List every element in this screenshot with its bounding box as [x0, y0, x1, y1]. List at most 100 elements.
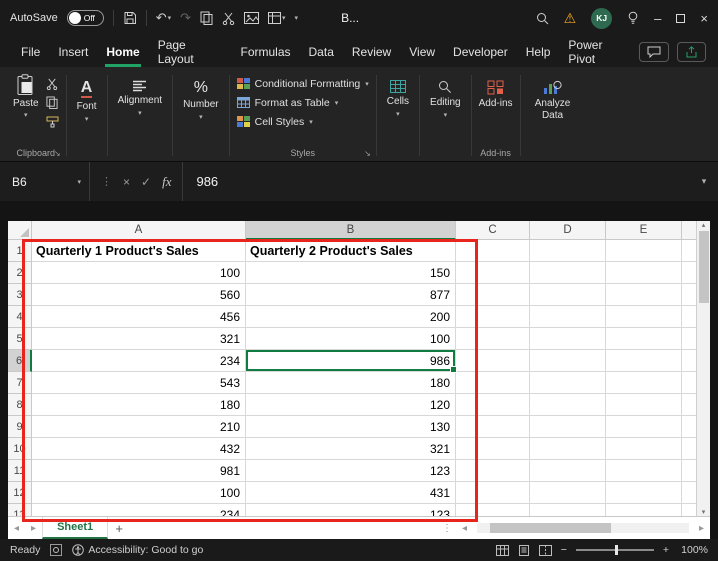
undo-dropdown-icon[interactable]: ▾: [168, 14, 172, 22]
row-header-4[interactable]: 4: [8, 306, 32, 328]
row-header-9[interactable]: 9: [8, 416, 32, 438]
vscroll-thumb[interactable]: [699, 231, 709, 303]
cell-C11[interactable]: [456, 460, 530, 482]
cell-A3[interactable]: 560: [32, 284, 246, 306]
menu-item-file[interactable]: File: [12, 36, 49, 67]
cell-A12[interactable]: 100: [32, 482, 246, 504]
cell-D4[interactable]: [530, 306, 606, 328]
cell-C8[interactable]: [456, 394, 530, 416]
cell-A6[interactable]: 234: [32, 350, 246, 372]
cell-C10[interactable]: [456, 438, 530, 460]
autosave-toggle[interactable]: Off: [67, 10, 104, 26]
conditional-formatting-button[interactable]: Conditional Formatting ▾: [237, 74, 369, 93]
row-header-3[interactable]: 3: [8, 284, 32, 306]
cell-D11[interactable]: [530, 460, 606, 482]
name-box-dropdown-icon[interactable]: ▾: [77, 178, 81, 186]
copy-icon[interactable]: [200, 11, 213, 25]
cell-B7[interactable]: 180: [246, 372, 456, 394]
scrollbar-grip-icon[interactable]: ⋮: [442, 523, 452, 534]
cell-A9[interactable]: 210: [32, 416, 246, 438]
cell-C3[interactable]: [456, 284, 530, 306]
cell-D13[interactable]: [530, 504, 606, 516]
zoom-level[interactable]: 100%: [678, 544, 708, 556]
search-icon[interactable]: [536, 12, 549, 25]
cut-icon[interactable]: [222, 12, 235, 25]
picture-icon[interactable]: [244, 12, 259, 24]
cell-E1[interactable]: [606, 240, 682, 262]
cell-A5[interactable]: 321: [32, 328, 246, 350]
cell-E6[interactable]: [606, 350, 682, 372]
share-button[interactable]: [677, 42, 706, 62]
formula-input[interactable]: 986: [183, 162, 690, 201]
cell-C9[interactable]: [456, 416, 530, 438]
column-header-E[interactable]: E: [606, 221, 682, 240]
cell-B1[interactable]: Quarterly 2 Product's Sales: [246, 240, 456, 262]
column-header-C[interactable]: C: [456, 221, 530, 240]
save-icon[interactable]: [123, 11, 137, 25]
zoom-slider-knob[interactable]: [615, 545, 618, 555]
editing-group-button[interactable]: Editing ▾: [420, 70, 471, 161]
copy-button-icon[interactable]: [46, 95, 59, 110]
column-header-B[interactable]: B: [246, 221, 456, 240]
styles-dialog-launcher-icon[interactable]: ↘: [364, 149, 371, 158]
menu-item-page-layout[interactable]: Page Layout: [149, 36, 232, 67]
quick-access-customize-icon[interactable]: ▾: [295, 14, 299, 22]
formula-grip-icon[interactable]: ⋮: [101, 175, 112, 188]
cell-E9[interactable]: [606, 416, 682, 438]
row-header-6[interactable]: 6: [8, 350, 32, 372]
cell-D7[interactable]: [530, 372, 606, 394]
sheet-nav-left-icon[interactable]: ◂: [8, 523, 25, 534]
zoom-in-button[interactable]: +: [663, 544, 669, 556]
cell-B4[interactable]: 200: [246, 306, 456, 328]
row-header-2[interactable]: 2: [8, 262, 32, 284]
hscroll-thumb[interactable]: [490, 523, 611, 533]
row-header-13[interactable]: 13: [8, 504, 32, 516]
cell-B8[interactable]: 120: [246, 394, 456, 416]
macro-record-icon[interactable]: [50, 544, 62, 556]
cell-B11[interactable]: 123: [246, 460, 456, 482]
cell-E4[interactable]: [606, 306, 682, 328]
cell-A1[interactable]: Quarterly 1 Product's Sales: [32, 240, 246, 262]
row-header-7[interactable]: 7: [8, 372, 32, 394]
cell-A10[interactable]: 432: [32, 438, 246, 460]
hscroll-left-icon[interactable]: ◂: [456, 523, 473, 534]
format-painter-icon[interactable]: [46, 114, 59, 129]
paste-dropdown-icon[interactable]: ▾: [24, 111, 28, 119]
cell-C7[interactable]: [456, 372, 530, 394]
cell-E2[interactable]: [606, 262, 682, 284]
cell-A7[interactable]: 543: [32, 372, 246, 394]
cell-B9[interactable]: 130: [246, 416, 456, 438]
menu-item-insert[interactable]: Insert: [49, 36, 97, 67]
formula-bar-expand-icon[interactable]: ▾: [690, 162, 718, 201]
cell-D2[interactable]: [530, 262, 606, 284]
menu-item-help[interactable]: Help: [517, 36, 560, 67]
font-group-button[interactable]: A Font ▾: [67, 70, 107, 161]
enter-entry-icon[interactable]: ✓: [141, 175, 151, 189]
redo-icon[interactable]: ↷: [180, 10, 191, 26]
cell-B13[interactable]: 123: [246, 504, 456, 516]
cell-A11[interactable]: 981: [32, 460, 246, 482]
user-avatar[interactable]: KJ: [591, 8, 612, 29]
cell-A4[interactable]: 456: [32, 306, 246, 328]
cut-button-icon[interactable]: [46, 76, 59, 91]
cell-B5[interactable]: 100: [246, 328, 456, 350]
row-header-10[interactable]: 10: [8, 438, 32, 460]
sheet-nav-right-icon[interactable]: ▸: [25, 523, 42, 534]
pivot-table-icon[interactable]: ▾: [268, 12, 286, 24]
cell-C4[interactable]: [456, 306, 530, 328]
cell-D12[interactable]: [530, 482, 606, 504]
cell-D5[interactable]: [530, 328, 606, 350]
accessibility-status[interactable]: Accessibility: Good to go: [72, 544, 203, 556]
menu-item-view[interactable]: View: [400, 36, 444, 67]
cell-E10[interactable]: [606, 438, 682, 460]
zoom-slider[interactable]: [576, 549, 654, 551]
normal-view-icon[interactable]: [496, 545, 509, 556]
close-button[interactable]: ×: [700, 11, 708, 26]
row-header-1[interactable]: 1: [8, 240, 32, 262]
select-all-corner[interactable]: [8, 221, 32, 240]
cell-D10[interactable]: [530, 438, 606, 460]
cell-C13[interactable]: [456, 504, 530, 516]
cell-A2[interactable]: 100: [32, 262, 246, 284]
cell-B12[interactable]: 431: [246, 482, 456, 504]
cell-B2[interactable]: 150: [246, 262, 456, 284]
